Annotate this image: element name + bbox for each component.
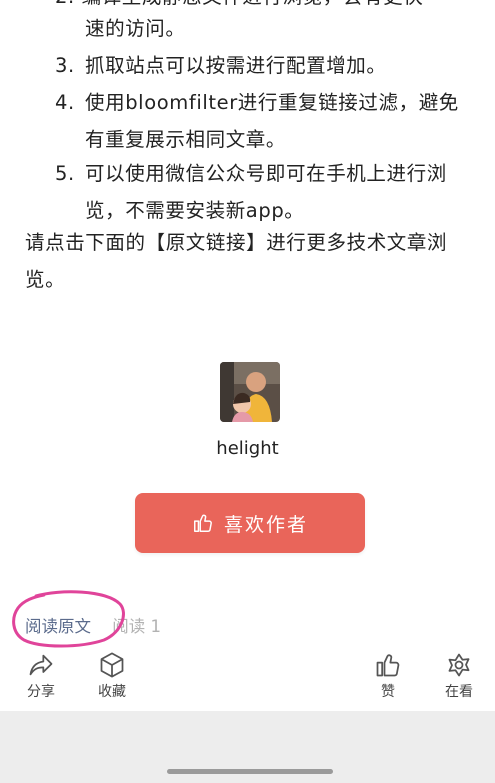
cube-icon: [100, 652, 124, 678]
closing-paragraph: 请点击下面的【原文链接】进行更多技术文章浏览。: [25, 231, 448, 291]
thumbs-up-icon: [194, 514, 212, 532]
thumbs-up-icon: [376, 654, 400, 677]
collect-button[interactable]: 收藏: [84, 645, 140, 701]
like-label: 赞: [381, 684, 395, 700]
avatar-photo: [220, 362, 280, 422]
share-button[interactable]: 分享: [13, 645, 69, 701]
author-name: helight: [216, 438, 279, 459]
flower-icon: [448, 653, 470, 677]
list-item: 5. 可以使用微信公众号即可在手机上进行浏览，不需要安装新app。: [55, 162, 447, 222]
bottom-toolbar: 分享 收藏 赞 在看: [0, 645, 495, 711]
share-label: 分享: [27, 684, 55, 700]
share-icon: [29, 654, 53, 676]
list-item-2-tail: 速的访问。: [85, 17, 186, 40]
author-avatar[interactable]: [220, 362, 280, 422]
wow-button[interactable]: 在看: [431, 645, 487, 701]
list-item: 4. 使用bloomfilter进行重复链接过滤，避免有重复展示相同文章。: [55, 91, 459, 151]
annotation-circle: [12, 590, 125, 648]
wow-label: 在看: [445, 684, 473, 700]
like-author-button[interactable]: 喜欢作者: [135, 493, 365, 553]
like-author-label: 喜欢作者: [223, 513, 308, 536]
like-button[interactable]: 赞: [360, 645, 416, 701]
home-indicator[interactable]: [167, 769, 333, 774]
list-item: 3. 抓取站点可以按需进行配置增加。: [55, 54, 387, 77]
collect-label: 收藏: [98, 684, 126, 700]
